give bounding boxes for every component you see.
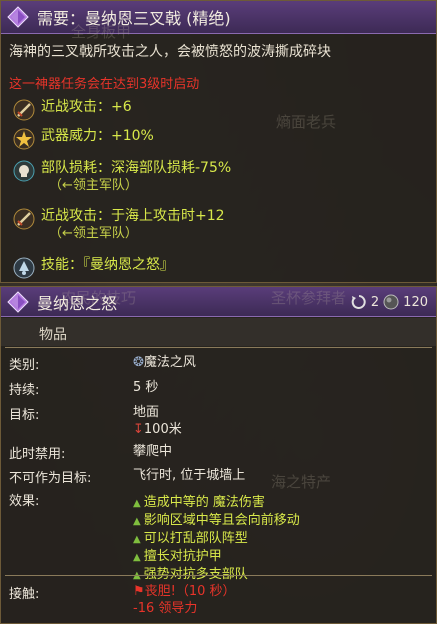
row-value: 地面 (133, 405, 160, 420)
quest-notice: 这一神器任务会在达到3级时启动 (9, 77, 200, 92)
effect-item: ▲ 擅长对抗护甲 (133, 549, 222, 564)
background-label: 海之特产 (271, 473, 332, 491)
row-disabled: 此时禁用: 攀爬中 (9, 443, 172, 462)
contact-effect: -16 领导力 (133, 601, 198, 616)
row-label: 目标: (9, 408, 40, 423)
ability-tooltip: 曼纳恩之怒 2 120 农民的技巧 圣杯参拜者 海之特产 物品 类别: ❂魔法之… (0, 286, 437, 624)
skill-icon (13, 257, 35, 279)
row-label: 效果: (9, 494, 40, 509)
quest-title: 需要：曼纳恩三叉戟 (精绝) (37, 9, 231, 28)
ability-resources: 2 120 (351, 287, 428, 317)
stat-text: 技能：『曼纳恩之怒』 (41, 257, 174, 273)
gem-icon (7, 290, 29, 313)
cooldown-value: 2 (370, 294, 380, 310)
row-value: 100米 (143, 422, 182, 437)
background-label: 农民的技巧 (61, 289, 137, 307)
row-value: 攀爬中 (133, 444, 173, 459)
stat-text: 部队损耗：深海部队损耗-75% (41, 160, 232, 176)
row-target: 目标: 地面 ↧100米 (9, 404, 182, 438)
row-label: 接触: (9, 587, 40, 602)
stat-melee-attack: 近战攻击：+6 (13, 99, 132, 121)
stat-sub-text: （←领主军队） (49, 226, 138, 241)
row-value: 飞行时, 位于城墙上 (133, 468, 246, 483)
row-effects: 效果: ▲ 造成中等的 魔法伤害 ▲ 影响区域中等且会向前移动 ▲ 可以打乱部队阵型 … (9, 490, 300, 584)
row-label: 类别: (9, 358, 40, 373)
row-contact: 接触: ⚑丧胆!（10 秒） -16 领导力 (9, 583, 236, 617)
mana-cost: 120 (403, 294, 428, 310)
terror-icon: ⚑ (133, 584, 145, 599)
weapon-power-icon (13, 128, 35, 150)
stat-text: 武器威力：+10% (41, 128, 154, 144)
divider (5, 347, 432, 348)
effect-item: ▲ 可以打乱部队阵型 (133, 531, 248, 546)
row-untargetable: 不可作为目标: 飞行时, 位于城墙上 (9, 467, 245, 486)
unit-losses-icon (13, 160, 35, 182)
stat-skill[interactable]: 技能：『曼纳恩之怒』 (13, 257, 174, 279)
effect-item: ▲ 造成中等的 魔法伤害 (133, 495, 265, 510)
mana-icon (383, 294, 399, 310)
stat-melee-attack-sea: 近战攻击：于海上攻击时+12 （←领主军队） (13, 208, 225, 242)
row-label: 持续: (9, 383, 40, 398)
quest-tooltip: 需要：曼纳恩三叉戟 (精绝) 全身板甲 熵面老兵 海神的三叉戟所攻击之人，会被愤… (0, 0, 437, 283)
row-value: 5 秒 (133, 380, 159, 395)
background-label: 圣杯参拜者 (271, 289, 347, 307)
contact-effect: 丧胆!（10 秒） (144, 584, 236, 599)
effect-item: ▲ 影响区域中等且会向前移动 (133, 513, 300, 528)
stat-text: 近战攻击：+6 (41, 99, 132, 115)
background-label: 全身板甲 (71, 23, 132, 41)
stat-text: 近战攻击：于海上攻击时+12 (41, 208, 225, 224)
row-type: 类别: ❂魔法之风 (9, 354, 196, 373)
melee-attack-icon (13, 99, 35, 121)
stat-sub-text: （←领主军队） (49, 178, 138, 193)
stat-unit-losses: 部队损耗：深海部队损耗-75% （←领主军队） (13, 160, 231, 194)
background-label: 熵面老兵 (276, 113, 337, 131)
melee-attack-icon (13, 208, 35, 230)
gem-icon (7, 6, 29, 28)
quest-header: 需要：曼纳恩三叉戟 (精绝) (1, 1, 436, 34)
cooldown-icon (351, 294, 367, 310)
row-duration: 持续: 5 秒 (9, 379, 158, 398)
row-label: 不可作为目标: (9, 471, 92, 486)
ability-category: 物品 (1, 318, 436, 346)
item-description: 海神的三叉戟所攻击之人，会被愤怒的波涛撕成碎块 (9, 44, 331, 60)
row-label: 此时禁用: (9, 447, 66, 462)
stat-weapon-power: 武器威力：+10% (13, 128, 154, 150)
row-value: 魔法之风 (143, 355, 196, 370)
range-icon: ↧ (133, 422, 144, 437)
winds-of-magic-icon: ❂ (133, 355, 144, 370)
divider (5, 575, 432, 576)
